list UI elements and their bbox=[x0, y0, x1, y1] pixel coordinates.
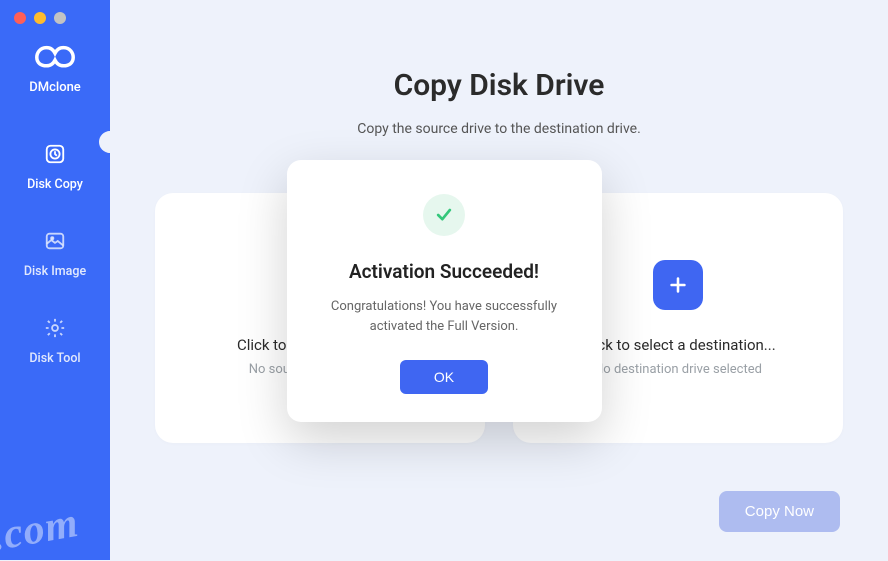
disk-image-icon bbox=[42, 228, 68, 254]
destination-card-subtitle: No destination drive selected bbox=[594, 362, 762, 377]
add-destination-button[interactable] bbox=[653, 260, 703, 310]
page-title: Copy Disk Drive bbox=[150, 68, 848, 103]
sidebar-item-disk-tool[interactable]: Disk Tool bbox=[0, 297, 110, 384]
sidebar-item-disk-image[interactable]: Disk Image bbox=[0, 210, 110, 297]
page-subtitle: Copy the source drive to the destination… bbox=[150, 121, 848, 137]
sidebar-item-disk-copy[interactable]: Disk Copy bbox=[0, 123, 110, 210]
brand-name: DMclone bbox=[29, 80, 81, 95]
sidebar-item-label: Disk Copy bbox=[27, 177, 83, 192]
sidebar-item-label: Disk Image bbox=[24, 264, 86, 279]
sidebar-item-label: Disk Tool bbox=[29, 351, 80, 366]
modal-ok-button[interactable]: OK bbox=[400, 360, 488, 394]
watermark-text: .com bbox=[0, 499, 82, 561]
window-traffic-lights[interactable] bbox=[14, 12, 66, 24]
sidebar: DMclone Disk Copy bbox=[0, 0, 110, 560]
close-window-icon[interactable] bbox=[14, 12, 26, 24]
activation-modal: Activation Succeeded! Congratulations! Y… bbox=[287, 160, 602, 422]
zoom-window-icon[interactable] bbox=[54, 12, 66, 24]
brand-logo-icon bbox=[34, 42, 76, 70]
copy-now-button[interactable]: Copy Now bbox=[719, 491, 840, 532]
nav: Disk Copy Disk Image bbox=[0, 123, 110, 384]
brand: DMclone bbox=[29, 42, 81, 95]
destination-card-title: Click to select a destination... bbox=[580, 336, 775, 354]
success-check-icon bbox=[423, 194, 465, 236]
disk-copy-icon bbox=[42, 141, 68, 167]
modal-title: Activation Succeeded! bbox=[315, 260, 574, 283]
plus-icon bbox=[667, 274, 689, 296]
modal-message: Congratulations! You have successfully a… bbox=[315, 297, 574, 336]
minimize-window-icon[interactable] bbox=[34, 12, 46, 24]
gear-icon bbox=[42, 315, 68, 341]
